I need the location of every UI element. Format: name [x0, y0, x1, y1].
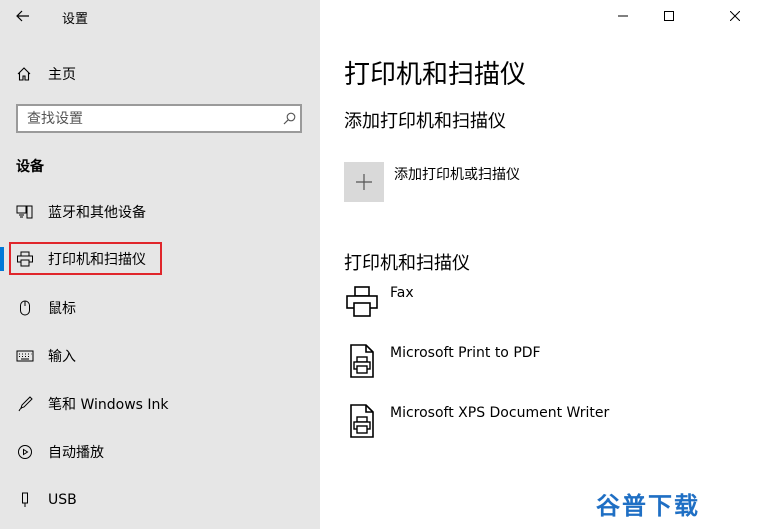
document-printer-icon: [344, 343, 380, 379]
plus-icon: [356, 174, 372, 190]
keyboard-icon: [16, 350, 34, 362]
main-content: 打印机和扫描仪 添加打印机和扫描仪 添加打印机或扫描仪 打印机和扫描仪 Fax: [320, 0, 758, 529]
search-input[interactable]: [18, 109, 278, 128]
sidebar-item-autoplay[interactable]: 自动播放: [0, 434, 320, 470]
watermark: 谷普下载: [596, 492, 700, 520]
search-icon[interactable]: [278, 112, 300, 125]
sidebar-item-label: 蓝牙和其他设备: [48, 205, 146, 221]
printer-name: Microsoft XPS Document Writer: [390, 405, 610, 421]
back-arrow-icon: [16, 10, 29, 22]
sidebar-item-pen[interactable]: 笔和 Windows Ink: [0, 386, 320, 422]
pen-icon: [16, 396, 34, 412]
sidebar: 设置 主页 设备 蓝牙和其他设备: [0, 0, 320, 529]
highlight-box: [9, 242, 162, 275]
autoplay-icon: [16, 444, 34, 460]
usb-icon: [16, 492, 34, 508]
window-title: 设置: [62, 12, 89, 27]
maximize-button[interactable]: [646, 0, 692, 32]
printer-item-print-to-pdf[interactable]: Microsoft Print to PDF: [344, 343, 541, 379]
search-box[interactable]: [16, 104, 302, 133]
sidebar-item-mouse[interactable]: 鼠标: [0, 290, 320, 326]
sidebar-item-home[interactable]: 主页: [16, 62, 76, 86]
close-button[interactable]: [712, 0, 758, 32]
bluetooth-devices-icon: [16, 204, 34, 220]
printer-name: Microsoft Print to PDF: [390, 345, 541, 361]
mouse-icon: [16, 300, 34, 316]
printer-item-xps-writer[interactable]: Microsoft XPS Document Writer: [344, 403, 609, 439]
sidebar-item-typing[interactable]: 输入: [0, 338, 320, 374]
add-section-title: 添加打印机和扫描仪: [344, 111, 506, 132]
sidebar-item-label: 自动播放: [48, 445, 104, 461]
add-plus-tile[interactable]: [344, 162, 384, 202]
close-icon: [730, 11, 740, 21]
printer-item-fax[interactable]: Fax: [344, 283, 414, 319]
sidebar-item-bluetooth[interactable]: 蓝牙和其他设备: [0, 194, 320, 230]
add-printer-label: 添加打印机或扫描仪: [394, 167, 520, 183]
sidebar-item-label: 鼠标: [48, 301, 76, 317]
sidebar-item-label: 输入: [48, 349, 76, 365]
fax-printer-icon: [344, 283, 380, 319]
add-printer-button[interactable]: 添加打印机或扫描仪: [344, 162, 520, 202]
home-icon: [16, 66, 36, 82]
minimize-button[interactable]: [600, 0, 646, 32]
printers-section-title: 打印机和扫描仪: [344, 253, 470, 274]
sidebar-home-label: 主页: [48, 67, 76, 83]
section-header-devices: 设备: [16, 159, 44, 175]
printer-name: Fax: [390, 285, 414, 301]
selection-indicator: [0, 247, 4, 271]
sidebar-item-usb[interactable]: USB: [0, 482, 320, 518]
sidebar-item-label: 笔和 Windows Ink: [48, 397, 169, 413]
sidebar-item-label: USB: [48, 492, 77, 508]
page-title: 打印机和扫描仪: [344, 60, 527, 90]
back-button[interactable]: [10, 4, 36, 28]
maximize-icon: [664, 11, 674, 21]
document-printer-icon: [344, 403, 380, 439]
minimize-icon: [618, 15, 628, 17]
